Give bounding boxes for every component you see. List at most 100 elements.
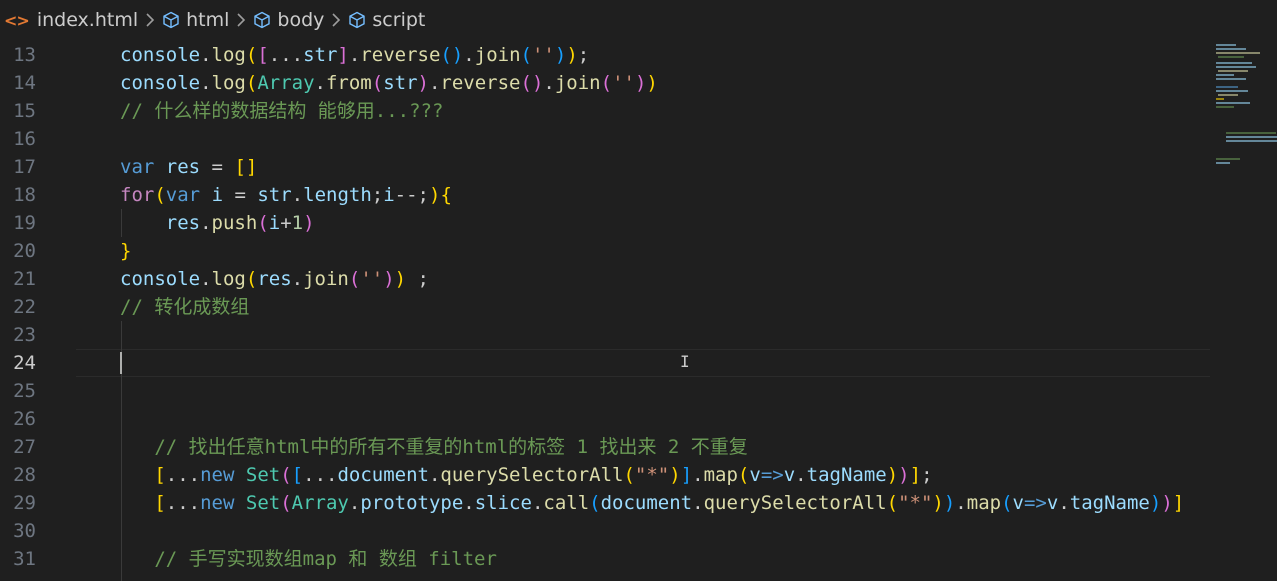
code-token: . xyxy=(1058,492,1070,514)
code-token: ) xyxy=(429,184,441,206)
code-token: str xyxy=(303,44,338,66)
minimap-line xyxy=(1218,94,1238,96)
code-token: Array xyxy=(291,492,349,514)
minimap-line xyxy=(1226,132,1276,134)
code-token: . xyxy=(543,72,555,94)
breadcrumb-file[interactable]: <> index.html xyxy=(0,9,138,31)
code-token: --; xyxy=(394,184,429,206)
line-number: 18 xyxy=(13,184,36,206)
code-token: new xyxy=(200,464,235,486)
minimap[interactable] xyxy=(1210,40,1277,581)
code-token: console xyxy=(120,72,201,94)
code-token: i xyxy=(211,184,224,206)
code-line[interactable] xyxy=(76,125,1210,153)
code-line[interactable] xyxy=(76,349,1210,377)
breadcrumb-body[interactable]: body xyxy=(253,9,324,31)
code-token: ) xyxy=(1149,492,1162,514)
code-token: } xyxy=(120,240,132,262)
code-text: for(var i = str.length;i--;){ xyxy=(120,181,452,209)
code-token: => xyxy=(760,464,784,486)
code-line[interactable] xyxy=(76,517,1210,545)
line-number: 15 xyxy=(13,100,36,122)
line-number: 31 xyxy=(13,548,36,570)
code-line[interactable]: for(var i = str.length;i--;){ xyxy=(76,181,1210,209)
code-token: '' xyxy=(360,268,384,290)
line-number-gutter[interactable]: 13 14 15 16 17 18 19 20 21 22 23 24 25 26 27 28 29 30 31 xyxy=(0,40,76,581)
line-number: 30 xyxy=(13,520,36,542)
code-token: str xyxy=(257,184,292,206)
code-token: + xyxy=(280,212,292,234)
code-token: new xyxy=(200,492,235,514)
breadcrumb-body-label: body xyxy=(277,9,325,31)
code-token: { xyxy=(440,184,452,206)
code-line[interactable] xyxy=(76,321,1210,349)
code-line[interactable]: // 手写实现数组map 和 数组 filter xyxy=(76,545,1210,573)
minimap-line xyxy=(1216,78,1246,80)
code-line[interactable]: // 找出任意html中的所有不重复的html的标签 1 找出来 2 不重复 xyxy=(76,433,1210,461)
code-token: log xyxy=(211,72,246,94)
line-number: 23 xyxy=(13,324,36,346)
code-editor[interactable]: console.log([...str].reverse().join(''))… xyxy=(76,40,1210,581)
code-token: map xyxy=(703,464,738,486)
line-number: 24 xyxy=(13,352,36,374)
code-token: querySelectorAll xyxy=(703,492,887,514)
code-token: '' xyxy=(612,72,635,94)
code-token: "*" xyxy=(634,464,670,486)
code-text: console.log(res.join('')) ; xyxy=(120,265,429,293)
code-token: ) xyxy=(898,464,910,486)
code-line[interactable]: [...new Set(Array.prototype.slice.call(d… xyxy=(76,489,1210,517)
symbol-element-icon xyxy=(162,11,180,29)
code-token: str xyxy=(383,72,418,94)
code-token: // 找出任意html中的所有不重复的html的标签 1 找出来 2 不重复 xyxy=(154,436,748,458)
chevron-right-icon xyxy=(236,13,246,27)
code-line[interactable]: console.log(Array.from(str).reverse().jo… xyxy=(76,69,1210,97)
code-token: reverse xyxy=(440,72,521,94)
code-token: ] xyxy=(337,44,349,66)
code-token: ) xyxy=(383,268,395,290)
breadcrumb: <> index.html html body script xyxy=(0,0,1277,40)
code-line[interactable] xyxy=(76,377,1210,405)
code-token: ) xyxy=(634,72,647,94)
minimap-line xyxy=(1218,56,1244,58)
line-number: 17 xyxy=(13,156,36,178)
code-token: "*" xyxy=(898,492,933,514)
code-token: . xyxy=(531,492,544,514)
code-token: ; xyxy=(921,464,933,486)
code-text: // 找出任意html中的所有不重复的html的标签 1 找出来 2 不重复 xyxy=(120,433,748,461)
code-token: document xyxy=(337,464,429,486)
code-token: join xyxy=(474,44,521,66)
minimap-line xyxy=(1216,98,1224,100)
code-line[interactable]: } xyxy=(76,237,1210,265)
code-line[interactable]: console.log([...str].reverse().join(''))… xyxy=(76,41,1210,69)
code-line[interactable]: // 什么样的数据结构 能够用...??? xyxy=(76,97,1210,125)
code-token: tagName xyxy=(1069,492,1150,514)
symbol-element-icon xyxy=(348,11,366,29)
code-text: // 什么样的数据结构 能够用...??? xyxy=(120,97,443,125)
code-token: ] xyxy=(680,464,693,486)
line-number: 28 xyxy=(13,464,36,486)
code-token: . xyxy=(795,464,807,486)
code-token: for xyxy=(120,184,155,206)
code-line[interactable]: [...new Set([...document.querySelectorAl… xyxy=(76,461,1210,489)
code-token: i xyxy=(383,184,395,206)
code-token: ] xyxy=(1172,492,1185,514)
code-line[interactable]: var res = [] xyxy=(76,153,1210,181)
code-text: // 手写实现数组map 和 数组 filter xyxy=(120,545,497,573)
minimap-line xyxy=(1216,66,1256,68)
breadcrumb-script[interactable]: script xyxy=(348,9,425,31)
code-token: map xyxy=(966,492,1002,514)
minimap-line xyxy=(1226,136,1277,138)
breadcrumb-html[interactable]: html xyxy=(162,9,229,31)
code-line[interactable]: console.log(res.join('')) ; xyxy=(76,265,1210,293)
code-token: ( xyxy=(1001,492,1013,514)
code-token: Set xyxy=(245,492,281,514)
code-token: = xyxy=(223,184,258,206)
code-token: var xyxy=(165,184,201,206)
code-text: } xyxy=(120,237,131,265)
code-line[interactable]: res.push(i+1) xyxy=(76,209,1210,237)
code-line[interactable]: // 转化成数组 xyxy=(76,293,1210,321)
code-line[interactable] xyxy=(76,405,1210,433)
code-token: i xyxy=(268,212,281,234)
